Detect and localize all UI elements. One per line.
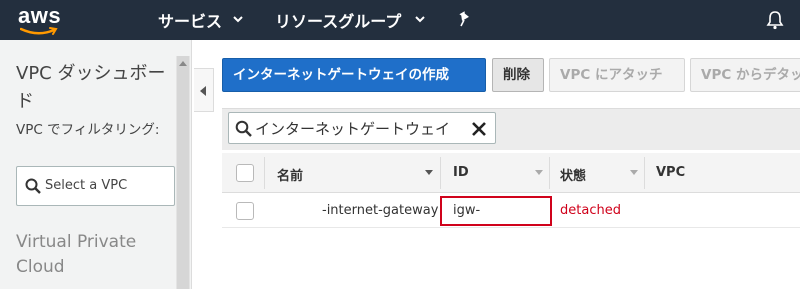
chevron-down-icon[interactable] bbox=[233, 14, 243, 24]
collapse-sidebar-button[interactable] bbox=[194, 68, 214, 112]
table-row[interactable]: -internet-gateway igw- detached bbox=[222, 194, 800, 228]
vpc-select[interactable]: Select a VPC bbox=[16, 166, 175, 206]
search-icon bbox=[235, 120, 252, 137]
search-input[interactable]: インターネットゲートウェイ bbox=[228, 112, 496, 144]
column-header-vpc[interactable]: VPC bbox=[656, 165, 685, 180]
chevron-left-icon bbox=[200, 86, 206, 96]
column-header-state[interactable]: 状態 bbox=[560, 165, 586, 184]
scrollbar-thumb[interactable] bbox=[177, 56, 189, 289]
main-content: インターネットゲートウェイの作成 削除 VPC にアタッチ VPC からデタッ … bbox=[216, 40, 800, 289]
vpc-filter-label: VPC でフィルタリング: bbox=[16, 122, 160, 138]
resource-groups-menu[interactable]: リソースグループ bbox=[275, 8, 401, 32]
cell-name: -internet-gateway bbox=[322, 203, 439, 218]
search-input-value[interactable]: インターネットゲートウェイ bbox=[255, 118, 467, 139]
column-divider bbox=[264, 157, 265, 189]
chevron-down-icon[interactable] bbox=[415, 14, 425, 24]
table-header: 名前 ID 状態 VPC bbox=[222, 153, 800, 193]
column-header-id[interactable]: ID bbox=[453, 165, 469, 180]
column-divider bbox=[549, 157, 550, 189]
status-badge: detached bbox=[560, 203, 621, 218]
sidebar-title[interactable]: VPC ダッシュボード bbox=[16, 60, 176, 116]
vpc-select-placeholder: Select a VPC bbox=[45, 178, 128, 193]
sort-caret-icon[interactable] bbox=[630, 170, 638, 175]
column-divider bbox=[440, 157, 441, 189]
delete-button[interactable]: 削除 bbox=[492, 58, 544, 92]
pin-icon[interactable] bbox=[458, 11, 472, 27]
services-menu[interactable]: サービス bbox=[158, 8, 222, 32]
column-divider bbox=[644, 157, 645, 189]
sort-caret-icon[interactable] bbox=[425, 170, 433, 175]
top-navigation: aws サービス リソースグループ bbox=[0, 0, 800, 40]
bell-icon[interactable] bbox=[766, 10, 784, 30]
clear-search-icon[interactable] bbox=[471, 121, 487, 137]
sidebar-scrollbar[interactable] bbox=[176, 56, 190, 289]
sidebar: VPC ダッシュボード VPC でフィルタリング: Select a VPC V… bbox=[0, 40, 192, 289]
cell-id: igw- bbox=[453, 203, 481, 218]
aws-logo[interactable]: aws bbox=[16, 3, 76, 37]
scroll-up-icon[interactable] bbox=[179, 60, 187, 66]
sidebar-section-vpc[interactable]: Virtual Private Cloud bbox=[16, 230, 176, 280]
create-internet-gateway-button[interactable]: インターネットゲートウェイの作成 bbox=[222, 58, 486, 92]
row-checkbox[interactable] bbox=[236, 202, 254, 220]
detach-from-vpc-button[interactable]: VPC からデタッ bbox=[690, 58, 800, 92]
column-header-name[interactable]: 名前 bbox=[277, 165, 303, 184]
aws-smile-icon bbox=[20, 27, 58, 35]
attach-to-vpc-button[interactable]: VPC にアタッチ bbox=[549, 58, 685, 92]
search-icon bbox=[25, 178, 41, 194]
aws-logo-text: aws bbox=[18, 3, 62, 28]
sort-caret-icon[interactable] bbox=[535, 170, 543, 175]
select-all-checkbox[interactable] bbox=[236, 164, 254, 182]
